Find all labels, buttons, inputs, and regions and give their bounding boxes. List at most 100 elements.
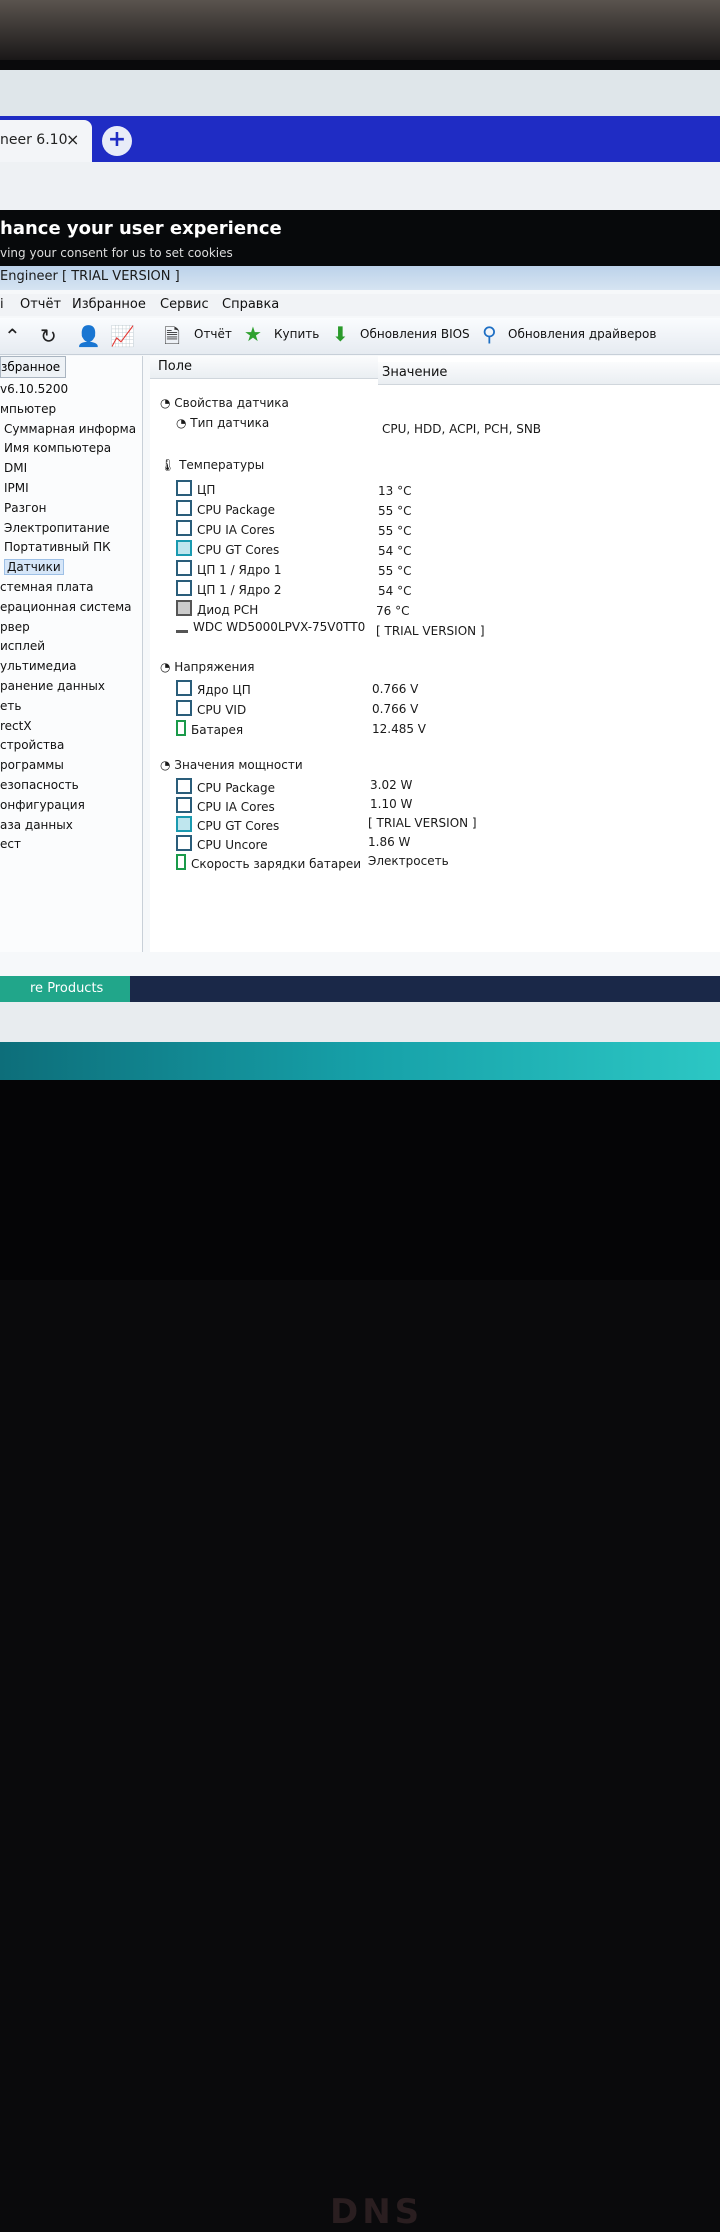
- section-sensor-props[interactable]: ◔ Свойства датчика: [160, 396, 289, 410]
- user-icon[interactable]: 👤: [76, 324, 101, 348]
- value-power: Электросеть: [368, 854, 449, 868]
- row-voltage[interactable]: Ядро ЦП: [176, 680, 251, 700]
- toolbar: ⌃ ↻ 👤 📈 🗎 Отчёт ★ Купить ⬇ Обновления BI…: [0, 318, 720, 355]
- tree-item-overclock[interactable]: Разгон: [0, 499, 136, 519]
- tree-item-dmi[interactable]: DMI: [0, 459, 136, 479]
- tree-item-test[interactable]: ест: [0, 835, 136, 855]
- power-icon: ◔: [160, 758, 175, 772]
- chart-icon[interactable]: 📈: [110, 324, 135, 348]
- refresh-icon[interactable]: ↻: [40, 324, 57, 348]
- menu-item-i[interactable]: і: [0, 297, 4, 312]
- tree-item-version[interactable]: v6.10.5200: [0, 380, 136, 400]
- value-voltage: 0.766 V: [372, 682, 419, 696]
- menu-service[interactable]: Сервис: [160, 297, 209, 312]
- section-voltages[interactable]: ◔ Напряжения: [160, 660, 254, 674]
- row-power[interactable]: Скорость зарядки батареи: [176, 854, 361, 874]
- chip-icon: [176, 700, 192, 716]
- report-icon[interactable]: 🗎: [164, 322, 180, 356]
- tree-item-database[interactable]: аза данных: [0, 816, 136, 836]
- app-titlebar: Engineer [ TRIAL VERSION ]: [0, 266, 720, 290]
- cookie-banner: hance your user experience ving your con…: [0, 210, 720, 270]
- row-temp[interactable]: CPU IA Cores: [176, 520, 275, 540]
- value-power: 1.10 W: [370, 797, 413, 811]
- background-wall: [0, 0, 720, 60]
- tree-item-devices[interactable]: стройства: [0, 736, 136, 756]
- search-icon[interactable]: ⚲: [482, 322, 497, 346]
- chip-icon: [176, 500, 192, 516]
- tree-item-power[interactable]: Электропитание: [0, 519, 136, 539]
- tree-item-storage[interactable]: ранение данных: [0, 677, 136, 697]
- chip-icon: [176, 778, 192, 794]
- tree-item-computer[interactable]: мпьютер: [0, 400, 136, 420]
- tree-item-computer-name[interactable]: Имя компьютера: [0, 439, 136, 459]
- column-header-value[interactable]: Значение: [378, 362, 720, 385]
- tree-item-sensors[interactable]: Датчики: [0, 558, 136, 578]
- chip-icon: [176, 520, 192, 536]
- browser-tab[interactable]: neer 6.10 ×: [0, 120, 92, 162]
- thermometer-icon: 🌡: [160, 458, 180, 472]
- tree-item-multimedia[interactable]: ультимедиа: [0, 657, 136, 677]
- tree-item-os[interactable]: ерационная система: [0, 598, 136, 618]
- row-voltage[interactable]: Батарея: [176, 720, 243, 740]
- chip-icon: [176, 797, 192, 813]
- report-button[interactable]: Отчёт: [194, 327, 232, 341]
- gpu-icon: [176, 816, 192, 832]
- address-bar[interactable]: [0, 162, 720, 211]
- row-temp[interactable]: ЦП 1 / Ядро 2: [176, 580, 282, 600]
- bottom-tab-products[interactable]: re Products: [0, 976, 130, 1002]
- row-power[interactable]: CPU GT Cores: [176, 816, 279, 836]
- tree-item-motherboard[interactable]: стемная плата: [0, 578, 136, 598]
- tree-item-config[interactable]: онфигурация: [0, 796, 136, 816]
- menu-favorites[interactable]: Избранное: [72, 297, 146, 312]
- value-temp: 55 °C: [378, 524, 412, 538]
- menu-report[interactable]: Отчёт: [20, 297, 61, 312]
- value-temp: 55 °C: [378, 564, 412, 578]
- row-power[interactable]: CPU Package: [176, 778, 275, 798]
- tree-item-network[interactable]: еть: [0, 697, 136, 717]
- row-temp[interactable]: CPU Package: [176, 500, 275, 520]
- value-temp: 55 °C: [378, 504, 412, 518]
- close-icon[interactable]: ×: [66, 130, 79, 149]
- tree-item-summary[interactable]: Суммарная информа: [0, 420, 136, 440]
- tree-item-software[interactable]: рограммы: [0, 756, 136, 776]
- value-temp: [ TRIAL VERSION ]: [376, 624, 485, 638]
- tree-item-display[interactable]: исплей: [0, 637, 136, 657]
- buy-button[interactable]: Купить: [274, 327, 319, 341]
- chip-icon: [176, 560, 192, 576]
- browser-tab-title: neer 6.10: [0, 132, 68, 148]
- buy-icon[interactable]: ★: [244, 322, 262, 346]
- tree-item-server[interactable]: рвер: [0, 618, 136, 638]
- row-temp[interactable]: CPU GT Cores: [176, 540, 279, 560]
- row-voltage[interactable]: CPU VID: [176, 700, 246, 720]
- app-window: Engineer [ TRIAL VERSION ] і Отчёт Избра…: [0, 266, 720, 976]
- row-temp[interactable]: WDC WD5000LPVX-75V0TT0: [176, 620, 365, 640]
- menu-help[interactable]: Справка: [222, 297, 279, 312]
- tree-item-ipmi[interactable]: IPMI: [0, 479, 136, 499]
- bios-update-button[interactable]: Обновления BIOS: [360, 327, 470, 341]
- value-temp: 54 °C: [378, 584, 412, 598]
- column-header-field[interactable]: Поле: [150, 356, 378, 379]
- driver-update-button[interactable]: Обновления драйверов: [508, 327, 656, 341]
- up-icon[interactable]: ⌃: [4, 324, 21, 348]
- tree-item-portable[interactable]: Портативный ПК: [0, 538, 136, 558]
- row-sensor-type[interactable]: ◔ Тип датчика: [176, 416, 269, 436]
- sidebar-tree: v6.10.5200 мпьютер Суммарная информа Имя…: [0, 380, 136, 855]
- menu-bar: і Отчёт Избранное Сервис Справка: [0, 294, 720, 316]
- row-temp[interactable]: ЦП: [176, 480, 215, 500]
- tree-item-directx[interactable]: rectX: [0, 717, 136, 737]
- cookie-subtitle: ving your consent for us to set cookies: [0, 246, 233, 260]
- row-power[interactable]: CPU IA Cores: [176, 797, 275, 817]
- value-power: [ TRIAL VERSION ]: [368, 816, 477, 830]
- chip-icon: [176, 580, 192, 596]
- sidebar-tab-favorites[interactable]: збранное: [0, 356, 66, 378]
- chip-icon: [176, 835, 192, 851]
- tree-item-security[interactable]: езопасность: [0, 776, 136, 796]
- chip-icon: [176, 680, 192, 696]
- new-tab-button[interactable]: +: [102, 126, 132, 156]
- row-power[interactable]: CPU Uncore: [176, 835, 268, 855]
- download-arrow-icon[interactable]: ⬇: [332, 322, 349, 346]
- row-temp[interactable]: ЦП 1 / Ядро 1: [176, 560, 282, 580]
- row-temp[interactable]: Диод PCH: [176, 600, 258, 620]
- section-power[interactable]: ◔ Значения мощности: [160, 758, 303, 772]
- section-temperatures[interactable]: 🌡 Температуры: [160, 458, 264, 472]
